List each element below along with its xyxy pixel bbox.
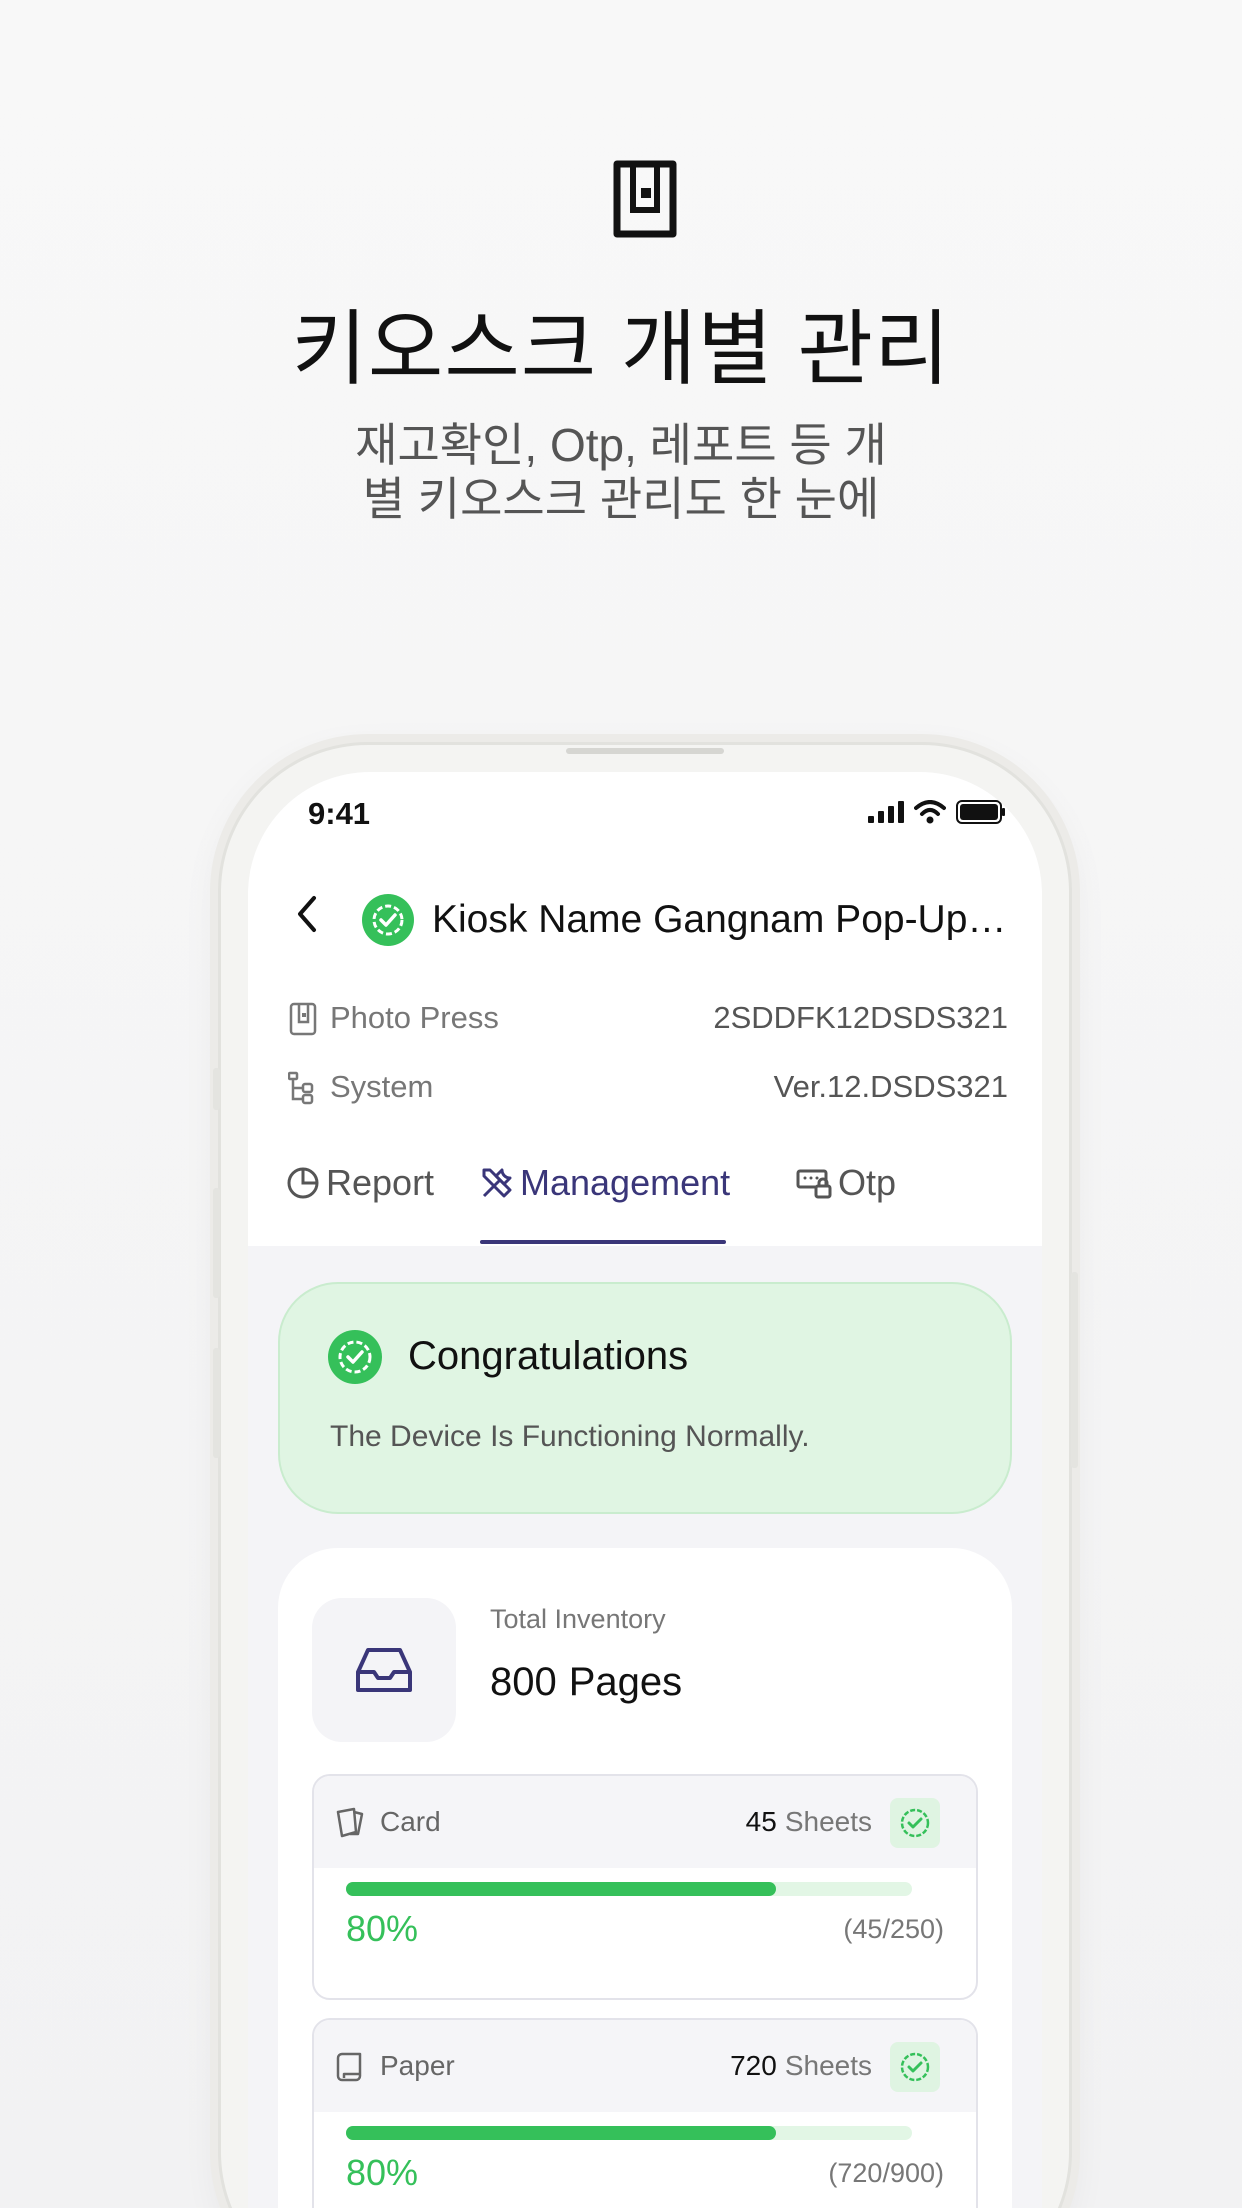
card-icon <box>336 1807 364 1838</box>
status-banner: Congratulations The Device Is Functionin… <box>278 1282 1012 1514</box>
inventory-item-fraction: (45/250) <box>843 1914 944 1944</box>
hero-subtitle: 재고확인, Otp, 레포트 등 개 별 키오스크 관리도 한 눈에 <box>0 418 1242 526</box>
tab-report[interactable]: Report <box>286 1162 434 1246</box>
phone-speaker <box>566 748 724 754</box>
battery-icon <box>956 800 1005 824</box>
tools-icon <box>482 1168 512 1198</box>
tab-label: Management <box>520 1162 731 1203</box>
verified-check-icon <box>328 1330 382 1384</box>
inventory-label: Total Inventory <box>490 1604 666 1634</box>
inventory-item-count: 45 <box>745 1806 777 1837</box>
phone-side-button <box>213 1188 220 1298</box>
pie-chart-icon <box>287 1167 319 1199</box>
kiosk-icon <box>613 160 677 238</box>
app-screen: 9:41 Kiosk Name Gangnam Pop-Up… Photo Pr… <box>248 772 1042 2208</box>
phone-side-button <box>1071 1272 1078 1468</box>
info-row-system: System Ver.12.DSDS321 <box>288 1067 1008 1107</box>
tree-icon <box>288 1071 314 1105</box>
inventory-item-percent: 80% <box>346 1908 419 1949</box>
hero-subtitle-line-1: 재고확인, Otp, 레포트 등 개 <box>355 419 887 471</box>
tab-label: Otp <box>838 1162 897 1203</box>
inventory-total-number: 800 <box>490 1660 557 1704</box>
info-label: Photo Press <box>330 1000 499 1035</box>
status-banner-title: Congratulations <box>408 1334 689 1378</box>
inventory-item-header: Card 45 Sheets <box>314 1776 976 1868</box>
hero-subtitle-line-2: 별 키오스크 관리도 한 눈에 <box>362 473 880 525</box>
item-status-badge <box>890 1798 940 1848</box>
verified-check-icon <box>900 1808 930 1838</box>
inventory-progress-track <box>346 2126 912 2140</box>
verified-check-icon <box>900 2052 930 2082</box>
inventory-item-count: 720 <box>730 2050 777 2081</box>
info-value: 2SDDFK12DSDS321 <box>713 1000 1008 1035</box>
inventory-item-quantity: 45 Sheets <box>746 1806 872 1838</box>
info-row-photo-press: Photo Press 2SDDFK12DSDS321 <box>288 998 1008 1038</box>
status-icons <box>868 800 1006 824</box>
inventory-item-quantity: 720 Sheets <box>730 2050 872 2082</box>
paper-icon <box>336 2052 362 2082</box>
inventory-item-name: Paper <box>380 2050 455 2081</box>
inventory-item-fraction: (720/900) <box>828 2158 944 2188</box>
tab-label: Report <box>326 1162 435 1203</box>
verified-check-icon <box>362 894 414 946</box>
inbox-icon <box>356 1648 412 1692</box>
item-status-badge <box>890 2042 940 2092</box>
phone-side-button <box>213 1348 220 1458</box>
inventory-progress-fill <box>346 2126 777 2140</box>
inventory-item-card: Card 45 Sheets 80% (45/250) <box>312 1774 978 2000</box>
inventory-card: Total Inventory 800Pages Card 45Sheets <box>278 1548 1012 2208</box>
kiosk-small-icon <box>289 1002 317 1036</box>
inventory-item-header: Paper 720 Sheets <box>314 2020 976 2112</box>
active-tab-indicator <box>480 1240 726 1244</box>
wifi-icon <box>914 800 946 824</box>
info-value: Ver.12.DSDS321 <box>773 1069 1008 1104</box>
chevron-left-icon[interactable] <box>290 894 326 934</box>
inventory-total-unit: Pages <box>568 1660 683 1704</box>
inventory-item-unit: Sheets <box>784 1806 872 1837</box>
inventory-item-unit: Sheets <box>784 2050 872 2081</box>
signal-icon <box>868 801 904 823</box>
inventory-item-name: Card <box>380 1806 441 1837</box>
inventory-progress-track <box>346 1882 912 1896</box>
tab-management[interactable]: Management <box>480 1162 730 1246</box>
phone-side-button <box>213 1068 220 1110</box>
info-label: System <box>330 1069 434 1104</box>
inventory-progress-fill <box>346 1882 777 1896</box>
kiosk-title: Kiosk Name Gangnam Pop-Up… <box>432 898 1006 941</box>
tab-otp[interactable]: Otp <box>796 1162 896 1246</box>
hero-title: 키오스크 개별 관리 <box>291 304 951 395</box>
inventory-item-percent: 80% <box>346 2152 419 2193</box>
status-banner-message: The Device Is Functioning Normally. <box>330 1420 810 1453</box>
tab-bar: Report Management Otp <box>286 1162 1006 1246</box>
inventory-item-card: Paper 720 Sheets 80% (720/900) <box>312 2018 978 2208</box>
inventory-icon-box <box>312 1598 456 1742</box>
keyboard-lock-icon <box>796 1169 832 1199</box>
inventory-total: 800 Pages <box>490 1660 682 1705</box>
status-time: 9:41 <box>308 796 371 831</box>
